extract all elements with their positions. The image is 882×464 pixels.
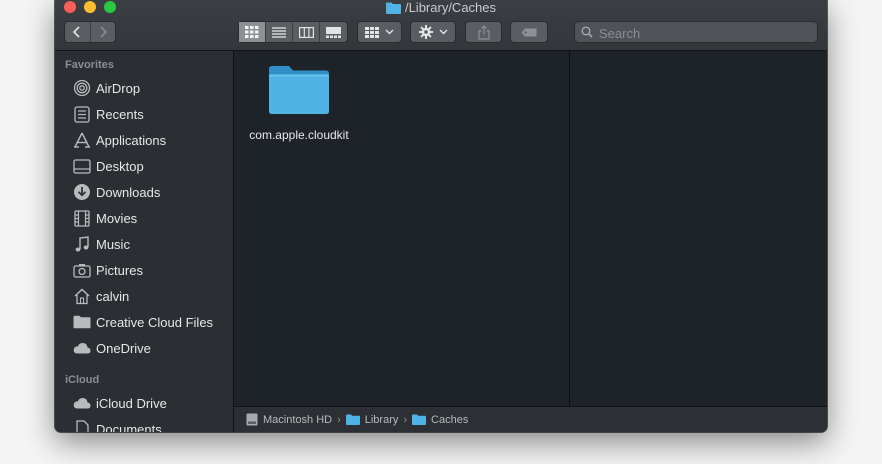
sidebar-item-label: Downloads — [96, 184, 161, 200]
sidebar-item-airdrop[interactable]: AirDrop — [72, 77, 140, 99]
sidebar-section-favorites: Favorites — [65, 59, 114, 71]
sidebar-item-calvin[interactable]: calvin — [72, 285, 129, 307]
path-bar: Macintosh HD › Library › Caches — [234, 406, 827, 432]
sidebar-item-documents[interactable]: Documents — [72, 418, 162, 432]
group-by-button[interactable] — [357, 21, 402, 43]
search-input[interactable] — [597, 22, 811, 44]
sidebar-item-music[interactable]: Music — [72, 233, 130, 255]
path-separator: › — [403, 413, 408, 426]
sidebar-item-label: iCloud Drive — [96, 395, 167, 411]
documents-icon — [72, 420, 92, 432]
view-mode-control — [238, 21, 348, 43]
pictures-icon — [72, 261, 92, 279]
sidebar-item-label: Applications — [96, 132, 167, 148]
sidebar-item-label: OneDrive — [96, 340, 151, 356]
sidebar-item-label: Movies — [96, 210, 138, 226]
chevron-down-icon — [439, 29, 447, 35]
sidebar-item-label: AirDrop — [96, 80, 141, 96]
sidebar-item-label: calvin — [96, 288, 130, 304]
tag-icon — [521, 28, 537, 36]
path-crumb-label: Library — [364, 413, 399, 426]
file-column: com.apple.cloudkit — [234, 51, 570, 406]
airdrop-icon — [72, 79, 92, 97]
group-grid-icon — [365, 26, 379, 38]
path-crumb-macintosh-hd[interactable]: Macintosh HD — [246, 413, 332, 426]
share-icon — [477, 24, 490, 40]
sidebar-item-onedrive[interactable]: OneDrive — [72, 337, 151, 359]
path-crumb-library[interactable]: Library — [345, 413, 399, 426]
disk-icon — [246, 413, 258, 426]
folder-icon — [385, 2, 401, 18]
gallery-icon — [326, 26, 341, 38]
path-crumb-label: Macintosh HD — [263, 413, 333, 426]
sidebar-item-downloads[interactable]: Downloads — [72, 181, 160, 203]
finder-window: /Library/Caches Search Favorites AirDrop… — [55, 0, 827, 432]
downloads-icon — [72, 183, 92, 201]
search-field[interactable] — [574, 21, 818, 44]
icon-view-button[interactable] — [239, 22, 266, 42]
folder-icon — [412, 414, 427, 425]
columns-icon — [298, 26, 314, 38]
desktop-icon — [72, 157, 92, 175]
sidebar-item-label: Music — [96, 236, 130, 252]
chevron-right-icon — [100, 26, 107, 38]
cloud-icon — [72, 394, 92, 412]
sidebar-item-label: Pictures — [96, 262, 143, 278]
list-view-button[interactable] — [266, 22, 293, 42]
chevron-left-icon — [73, 26, 80, 38]
home-icon — [72, 287, 92, 305]
sidebar-item-label: Creative Cloud Files — [96, 314, 214, 330]
back-button[interactable] — [65, 22, 91, 42]
path-crumb-caches[interactable]: Caches — [412, 414, 468, 426]
sidebar-item-label: Desktop — [96, 158, 144, 174]
folder-icon — [269, 66, 329, 114]
nav-buttons — [64, 21, 116, 43]
sidebar-item-label: Recents — [96, 106, 144, 122]
sidebar-item-applications[interactable]: Applications — [72, 129, 166, 151]
gallery-view-button[interactable] — [320, 22, 347, 42]
action-button[interactable] — [410, 21, 456, 43]
chevron-down-icon — [385, 29, 394, 35]
applications-icon — [72, 131, 92, 149]
search-icon — [581, 26, 593, 38]
folder-item[interactable]: com.apple.cloudkit — [239, 65, 359, 143]
folder-name: com.apple.cloudkit — [249, 128, 349, 142]
sidebar-item-movies[interactable]: Movies — [72, 207, 137, 229]
movies-icon — [72, 209, 92, 227]
gear-icon — [418, 25, 433, 39]
path-crumb-label: Caches — [431, 413, 469, 426]
sidebar-item-pictures[interactable]: Pictures — [72, 259, 143, 281]
window-title: /Library/Caches — [55, 0, 827, 16]
sidebar-item-icloud-drive[interactable]: iCloud Drive — [72, 392, 167, 414]
sidebar-item-recents[interactable]: Recents — [72, 103, 144, 125]
music-icon — [72, 235, 92, 253]
column-view-button[interactable] — [293, 22, 320, 42]
sidebar-item-desktop[interactable]: Desktop — [72, 155, 144, 177]
recents-icon — [72, 105, 92, 123]
cloud-icon — [72, 339, 92, 357]
sidebar-section-icloud: iCloud — [65, 374, 100, 386]
sidebar: Favorites AirDrop Recents Applications D… — [55, 51, 234, 432]
sidebar-item-label: Documents — [96, 421, 162, 433]
icon-grid-icon — [245, 26, 259, 38]
tags-button[interactable] — [510, 21, 548, 43]
preview-column — [570, 51, 827, 406]
forward-button[interactable] — [91, 22, 116, 42]
share-button[interactable] — [465, 21, 502, 43]
path-separator: › — [337, 413, 341, 426]
toolbar: /Library/Caches — [55, 0, 827, 51]
window-title-text: /Library/Caches — [404, 0, 497, 15]
folder-icon — [72, 313, 92, 331]
sidebar-item-creative-cloud-files[interactable]: Creative Cloud Files — [72, 311, 213, 333]
folder-icon — [345, 414, 360, 425]
list-icon — [272, 26, 286, 38]
